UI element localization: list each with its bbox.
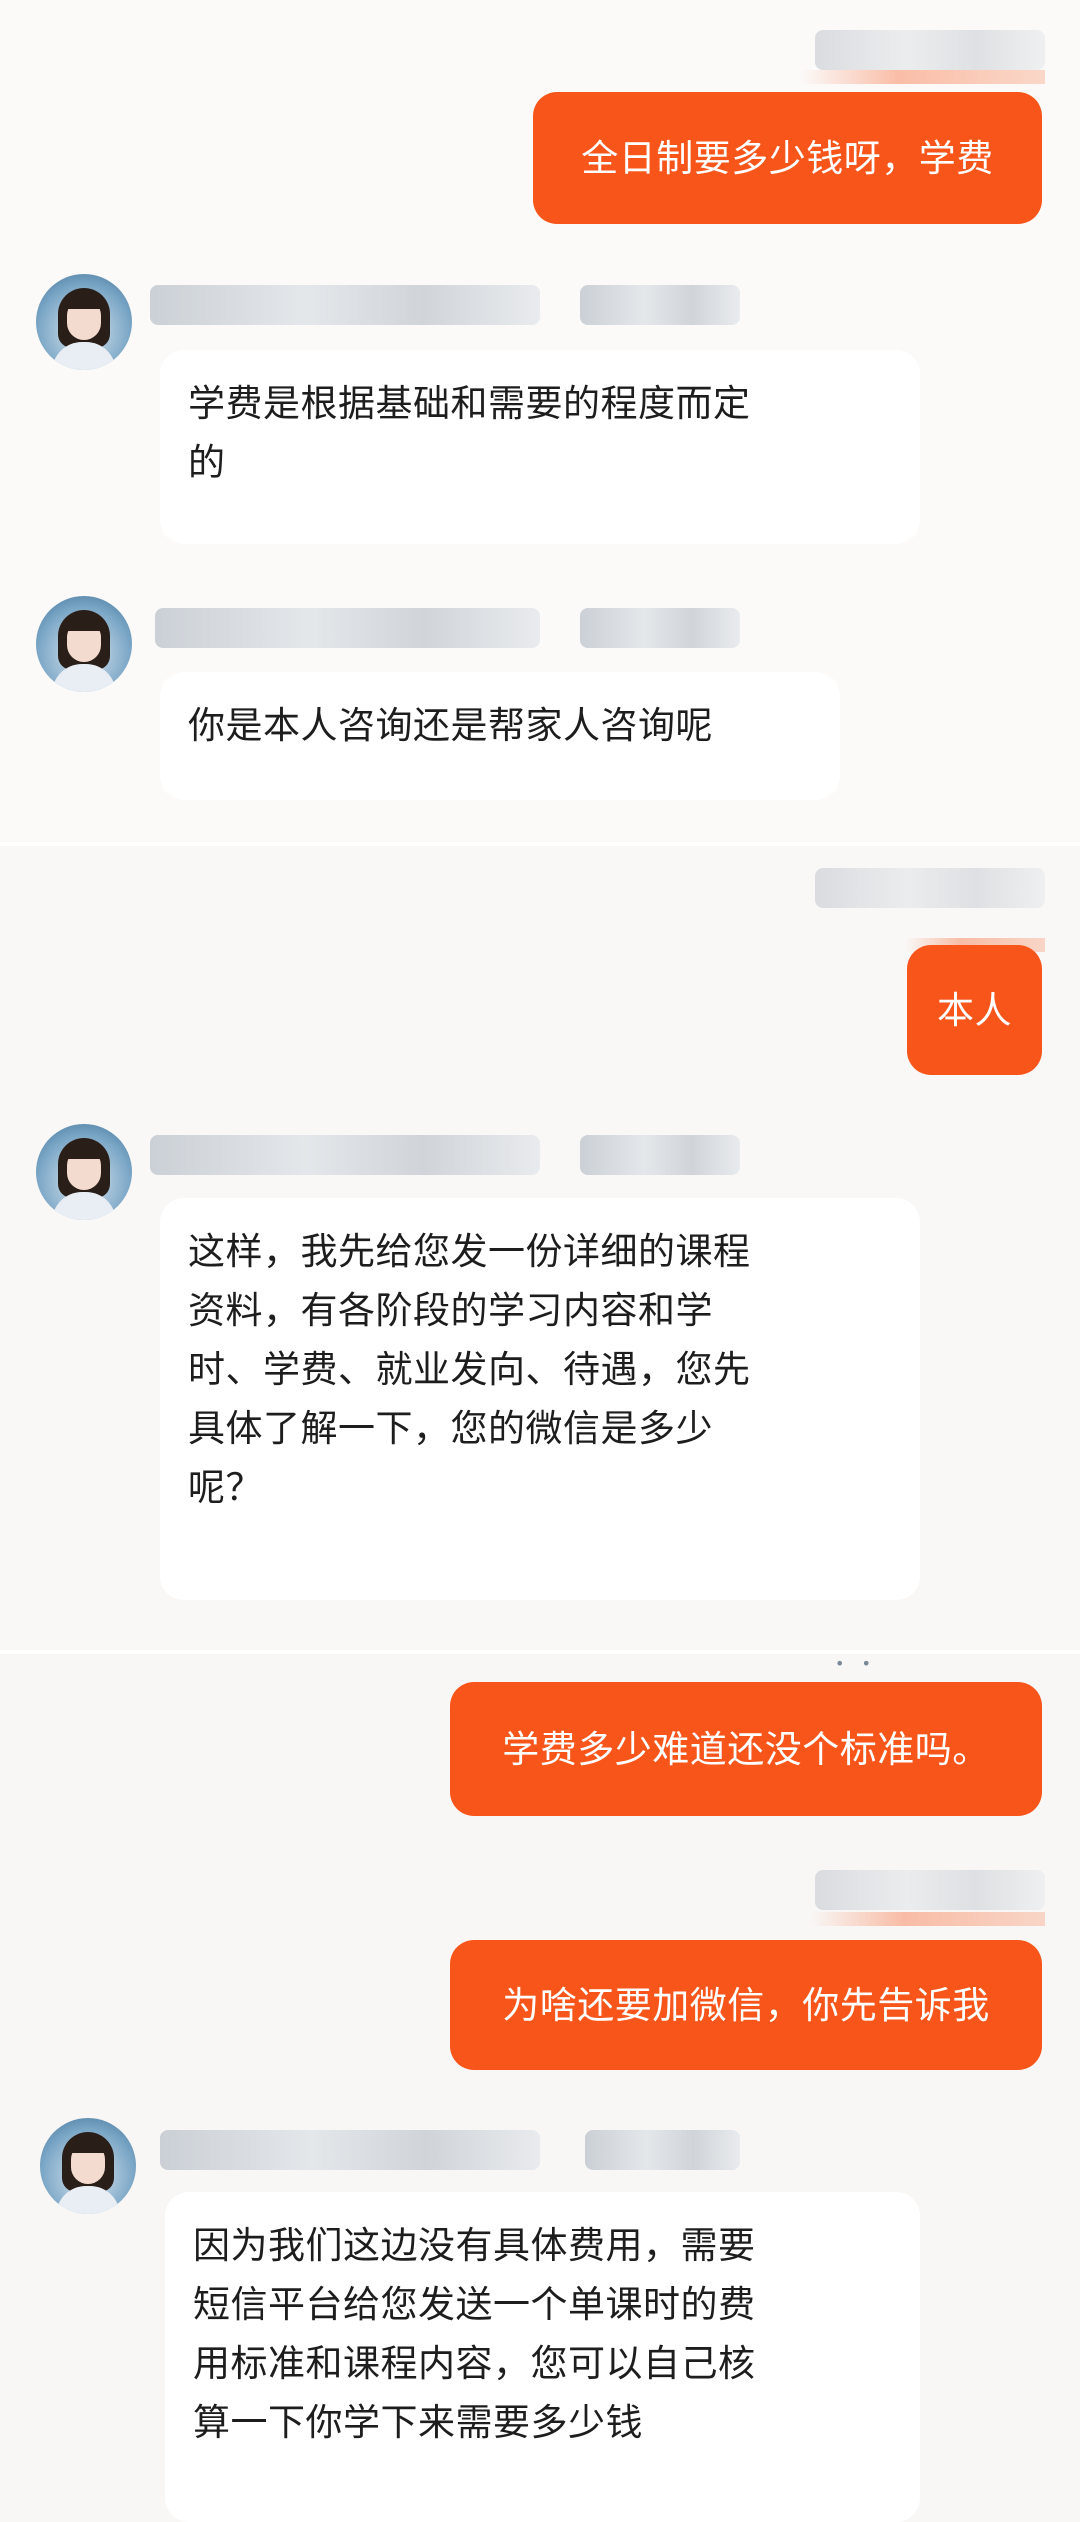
agent-avatar-icon [36,274,132,370]
outgoing-message-bubble: 为啥还要加微信，你先告诉我 [450,1940,1042,2070]
agent-avatar-icon [40,2118,136,2214]
redacted-sender-name [150,285,540,325]
outgoing-message-bubble: 学费多少难道还没个标准吗。 [450,1682,1042,1816]
agent-avatar-icon [36,596,132,692]
redacted-timestamp [580,1135,740,1175]
redacted-timestamp [585,2130,740,2170]
incoming-message-bubble: 这样，我先给您发一份详细的课程 资料，有各阶段的学习内容和学 时、学费、就业发向… [160,1198,920,1600]
redacted-timestamp [800,70,1045,84]
redacted-sender-name [160,2130,540,2170]
outgoing-message-bubble: 全日制要多少钱呀，学费 [533,92,1042,224]
redacted-sender-name [815,30,1045,70]
redacted-sender-name [815,1870,1045,1910]
outgoing-message-bubble: 本人 [907,945,1042,1075]
incoming-message-bubble: 你是本人咨询还是帮家人咨询呢 [160,672,840,800]
incoming-message-bubble: 因为我们这边没有具体费用，需要 短信平台给您发送一个单课时的费 用标准和课程内容… [165,2192,920,2522]
agent-avatar-icon [36,1124,132,1220]
redacted-timestamp [580,285,740,325]
scroll-marker: • • [835,1654,877,1673]
redacted-sender-name [155,608,540,648]
incoming-message-bubble: 学费是根据基础和需要的程度而定 的 [160,350,920,544]
redacted-timestamp [810,1912,1045,1926]
redacted-timestamp [580,608,740,648]
redacted-sender-name [815,868,1045,908]
redacted-sender-name [150,1135,540,1175]
